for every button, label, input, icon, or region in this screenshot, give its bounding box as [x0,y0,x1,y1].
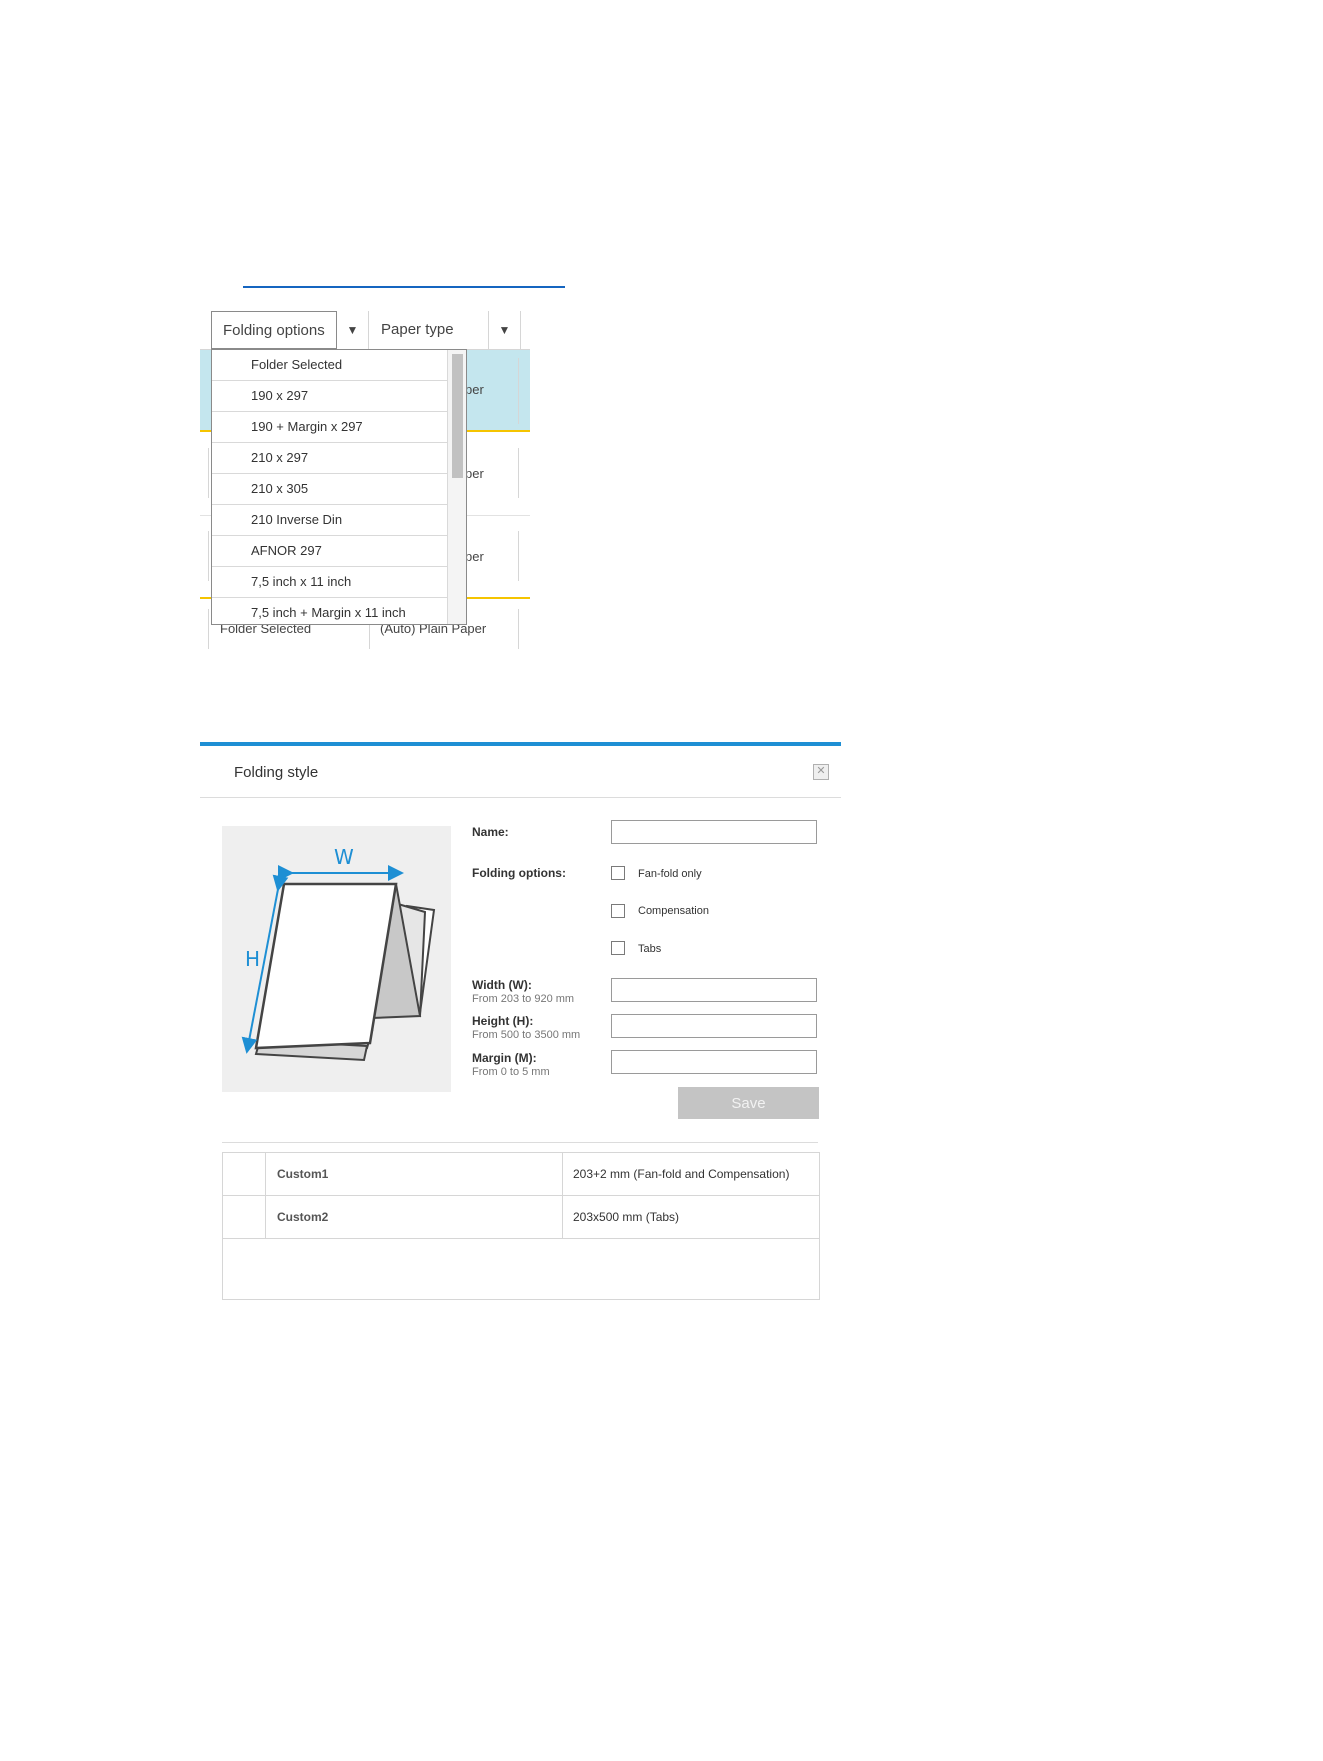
dropdown-option[interactable]: 7,5 inch x 11 inch [212,567,449,598]
width-field[interactable] [611,978,817,1002]
margin-hint: From 0 to 5 mm [472,1066,550,1078]
column-divider [518,358,519,424]
style-name-cell: Custom1 [277,1167,329,1181]
dropdown-scrollbar[interactable] [447,350,466,624]
compensation-label: Compensation [638,905,709,917]
fan-fold-illustration: W H [241,845,436,1062]
height-hint: From 500 to 3500 mm [472,1029,581,1041]
width-label: Width (W): [472,978,532,992]
column-divider [208,531,209,581]
style-name-cell: Custom2 [277,1210,329,1224]
height-diagram-label: H [245,947,260,971]
dropdown-option[interactable]: 190 x 297 [212,381,449,412]
paper-type-cell: per [465,466,484,481]
table-row[interactable]: Custom2 203x500 mm (Tabs) [223,1196,819,1239]
column-divider [562,1196,563,1238]
height-label: Height (H): [472,1014,534,1028]
dropdown-option[interactable]: AFNOR 297 [212,536,449,567]
column-divider [562,1153,563,1195]
save-button[interactable]: Save [678,1087,819,1119]
style-description-cell: 203x500 mm (Tabs) [573,1210,680,1224]
close-icon[interactable]: ✕ [813,764,829,780]
dropdown-option[interactable]: 210 x 305 [212,474,449,505]
name-label: Name: [472,825,509,839]
grid-header: Folding options ▼ Paper type ▼ [200,311,530,350]
dropdown-option[interactable]: 210 Inverse Din [212,505,449,536]
scrollbar-thumb[interactable] [452,354,463,478]
column-divider [208,448,209,498]
width-diagram-label: W [334,845,354,869]
fan-fold-only-checkbox[interactable] [611,866,625,880]
divider [200,797,841,798]
divider [222,1142,818,1143]
dropdown-option[interactable]: 190 + Margin x 297 [212,412,449,443]
fan-fold-only-label: Fan-fold only [638,868,702,880]
custom-styles-table: Custom1 203+2 mm (Fan-fold and Compensat… [222,1152,820,1300]
column-divider [518,448,519,498]
margin-field[interactable] [611,1050,817,1074]
dropdown-option[interactable]: 7,5 inch + Margin x 11 inch [212,598,449,624]
tabs-checkbox[interactable] [611,941,625,955]
dropdown-option[interactable]: 210 x 297 [212,443,449,474]
link-underline[interactable] [243,286,565,288]
column-header-paper-type[interactable]: Paper type [369,311,489,349]
table-row[interactable]: Custom1 203+2 mm (Fan-fold and Compensat… [223,1153,819,1196]
margin-label: Margin (M): [472,1051,537,1065]
filter-icon[interactable]: ▼ [337,311,369,349]
paper-type-cell: per [465,549,484,564]
folding-options-dropdown[interactable]: Folder Selected 190 x 297 190 + Margin x… [211,349,467,625]
column-divider [518,531,519,581]
column-divider [208,609,209,649]
style-description-cell: 203+2 mm (Fan-fold and Compensation) [573,1167,790,1181]
dialog-title: Folding style [234,764,319,781]
column-divider [518,609,519,649]
tabs-label: Tabs [638,943,662,955]
paper-type-cell: per [465,382,484,397]
dropdown-option[interactable]: Folder Selected [212,350,449,381]
filter-icon[interactable]: ▼ [489,311,521,349]
dialog-accent-bar [200,742,841,746]
name-field[interactable] [611,820,817,844]
column-header-folding-options[interactable]: Folding options [211,311,337,349]
height-field[interactable] [611,1014,817,1038]
row-selector[interactable] [223,1196,266,1238]
folding-options-label: Folding options: [472,866,566,880]
folding-diagram: W H [222,826,451,1092]
width-hint: From 203 to 920 mm [472,993,575,1005]
compensation-checkbox[interactable] [611,904,625,918]
row-selector[interactable] [223,1153,266,1195]
folding-style-dialog: Folding style ✕ W H Name: Folding option… [200,742,841,1305]
